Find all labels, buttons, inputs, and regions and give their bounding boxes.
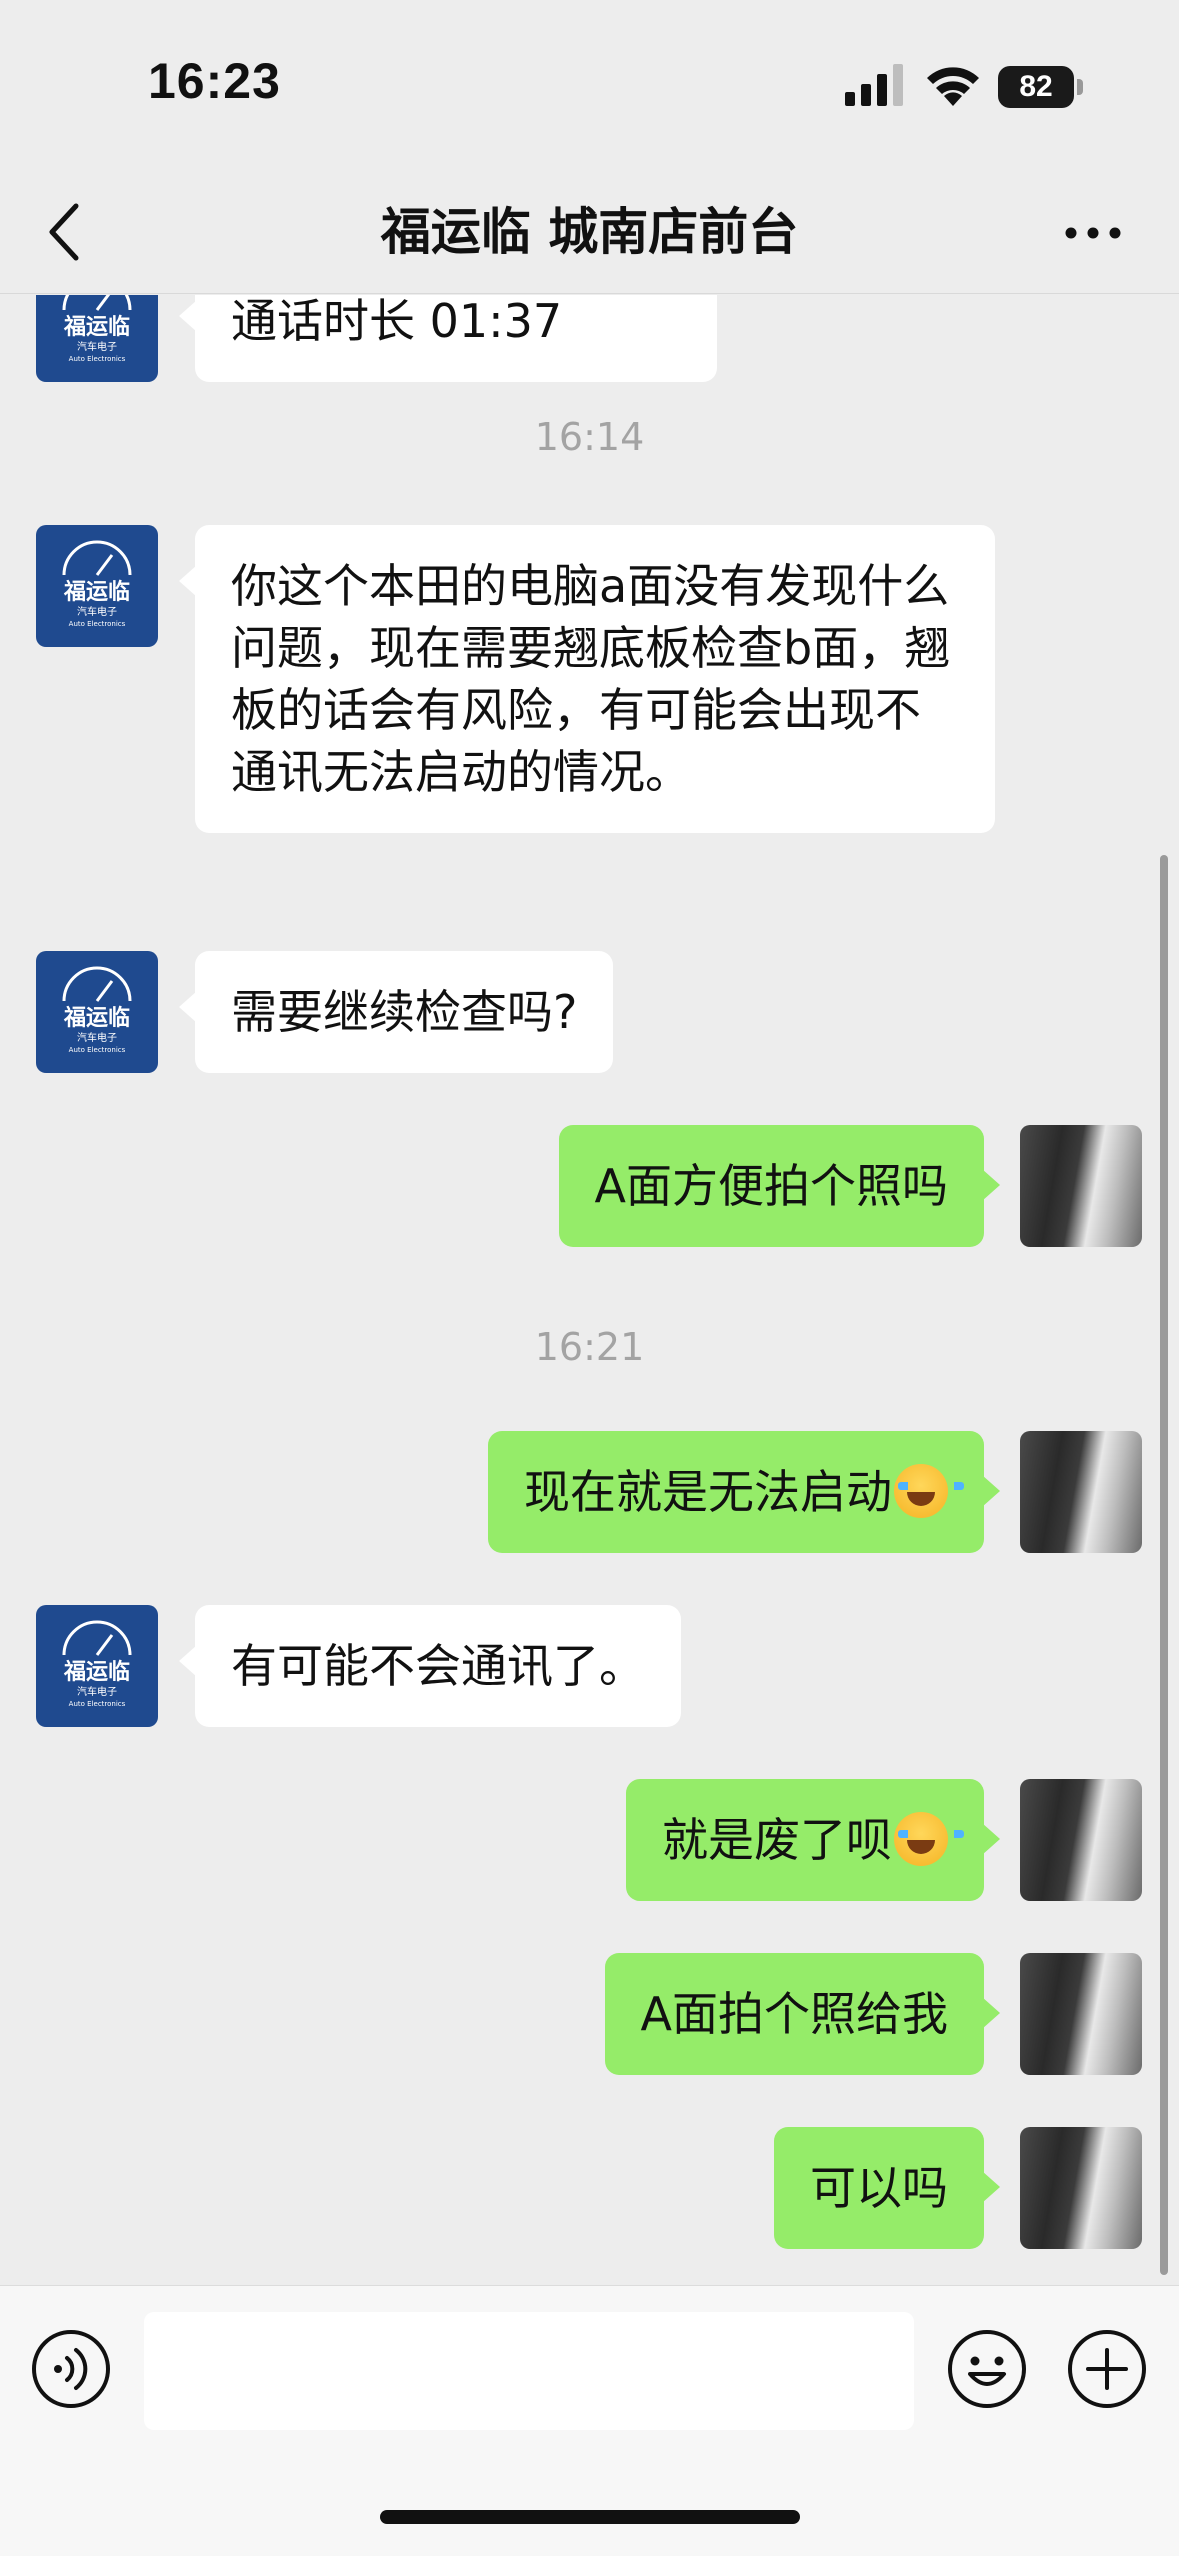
svg-text:汽车电子: 汽车电子 [77,1031,117,1044]
plus-icon[interactable] [1066,2328,1148,2410]
svg-text:Auto Electronics: Auto Electronics [69,355,126,363]
nav-bar: 福运临 城南店前台 [0,170,1179,294]
user-avatar[interactable] [1020,2127,1142,2249]
svg-text:福运临: 福运临 [63,1659,130,1685]
contact-avatar[interactable]: 福运临 汽车电子 Auto Electronics [36,525,158,647]
outgoing-message-bubble[interactable]: 可以吗 [774,2127,1000,2249]
status-bar: 16:23 82 [0,0,1179,170]
cry-laugh-emoji-icon [894,1464,964,1518]
cellular-signal-icon [845,64,903,106]
home-indicator[interactable] [380,2510,800,2524]
wifi-icon [927,67,979,106]
outgoing-message-bubble[interactable]: A面拍个照给我 [604,1953,1001,2075]
message-input[interactable] [144,2312,914,2430]
battery-indicator: 82 [998,66,1074,108]
svg-text:Auto Electronics: Auto Electronics [69,620,126,628]
svg-text:Auto Electronics: Auto Electronics [69,1700,126,1708]
outgoing-message-bubble[interactable]: 现在就是无法启动 [488,1431,1000,1553]
message-text: 就是废了呗 [662,1813,892,1867]
svg-text:汽车电子: 汽车电子 [77,340,117,353]
message-timestamp: 16:21 [534,1325,645,1369]
svg-text:福运临: 福运临 [63,579,130,605]
status-time: 16:23 [148,53,281,109]
user-avatar[interactable] [1020,1953,1142,2075]
battery-tip [1077,79,1083,95]
incoming-message-bubble[interactable]: 你这个本田的电脑a面没有发现什么问题，现在需要翘底板检查b面，翘板的话会有风险，… [179,525,995,833]
more-dots-icon[interactable] [1064,218,1122,248]
incoming-message-bubble[interactable]: 通话时长 01:37 [179,295,717,382]
cry-laugh-emoji-icon [894,1812,964,1866]
voice-icon[interactable] [30,2328,112,2410]
chat-message-list[interactable]: 福运临 汽车电子 Auto Electronics 通话时长 01:37 16:… [0,295,1179,2285]
user-avatar[interactable] [1020,1431,1142,1553]
svg-text:Auto Electronics: Auto Electronics [69,1046,126,1054]
contact-avatar[interactable]: 福运临 汽车电子 Auto Electronics [36,295,158,382]
svg-text:汽车电子: 汽车电子 [77,1685,117,1698]
smiley-icon[interactable] [946,2328,1028,2410]
outgoing-message-bubble[interactable]: 就是废了呗 [626,1779,1000,1901]
chat-scrollbar[interactable] [1160,855,1168,2275]
message-timestamp: 16:14 [534,415,645,459]
contact-avatar[interactable]: 福运临 汽车电子 Auto Electronics [36,951,158,1073]
svg-text:汽车电子: 汽车电子 [77,605,117,618]
svg-text:福运临: 福运临 [63,1005,130,1031]
chat-title: 福运临 城南店前台 [380,203,799,261]
svg-text:福运临: 福运临 [63,314,130,340]
contact-avatar[interactable]: 福运临 汽车电子 Auto Electronics [36,1605,158,1727]
user-avatar[interactable] [1020,1125,1142,1247]
outgoing-message-bubble[interactable]: A面方便拍个照吗 [558,1125,1001,1247]
incoming-message-bubble[interactable]: 需要继续检查吗? [178,951,614,1073]
user-avatar[interactable] [1020,1779,1142,1901]
message-text: 现在就是无法启动 [524,1465,892,1519]
incoming-message-bubble[interactable]: 有可能不会通讯了。 [179,1605,681,1727]
